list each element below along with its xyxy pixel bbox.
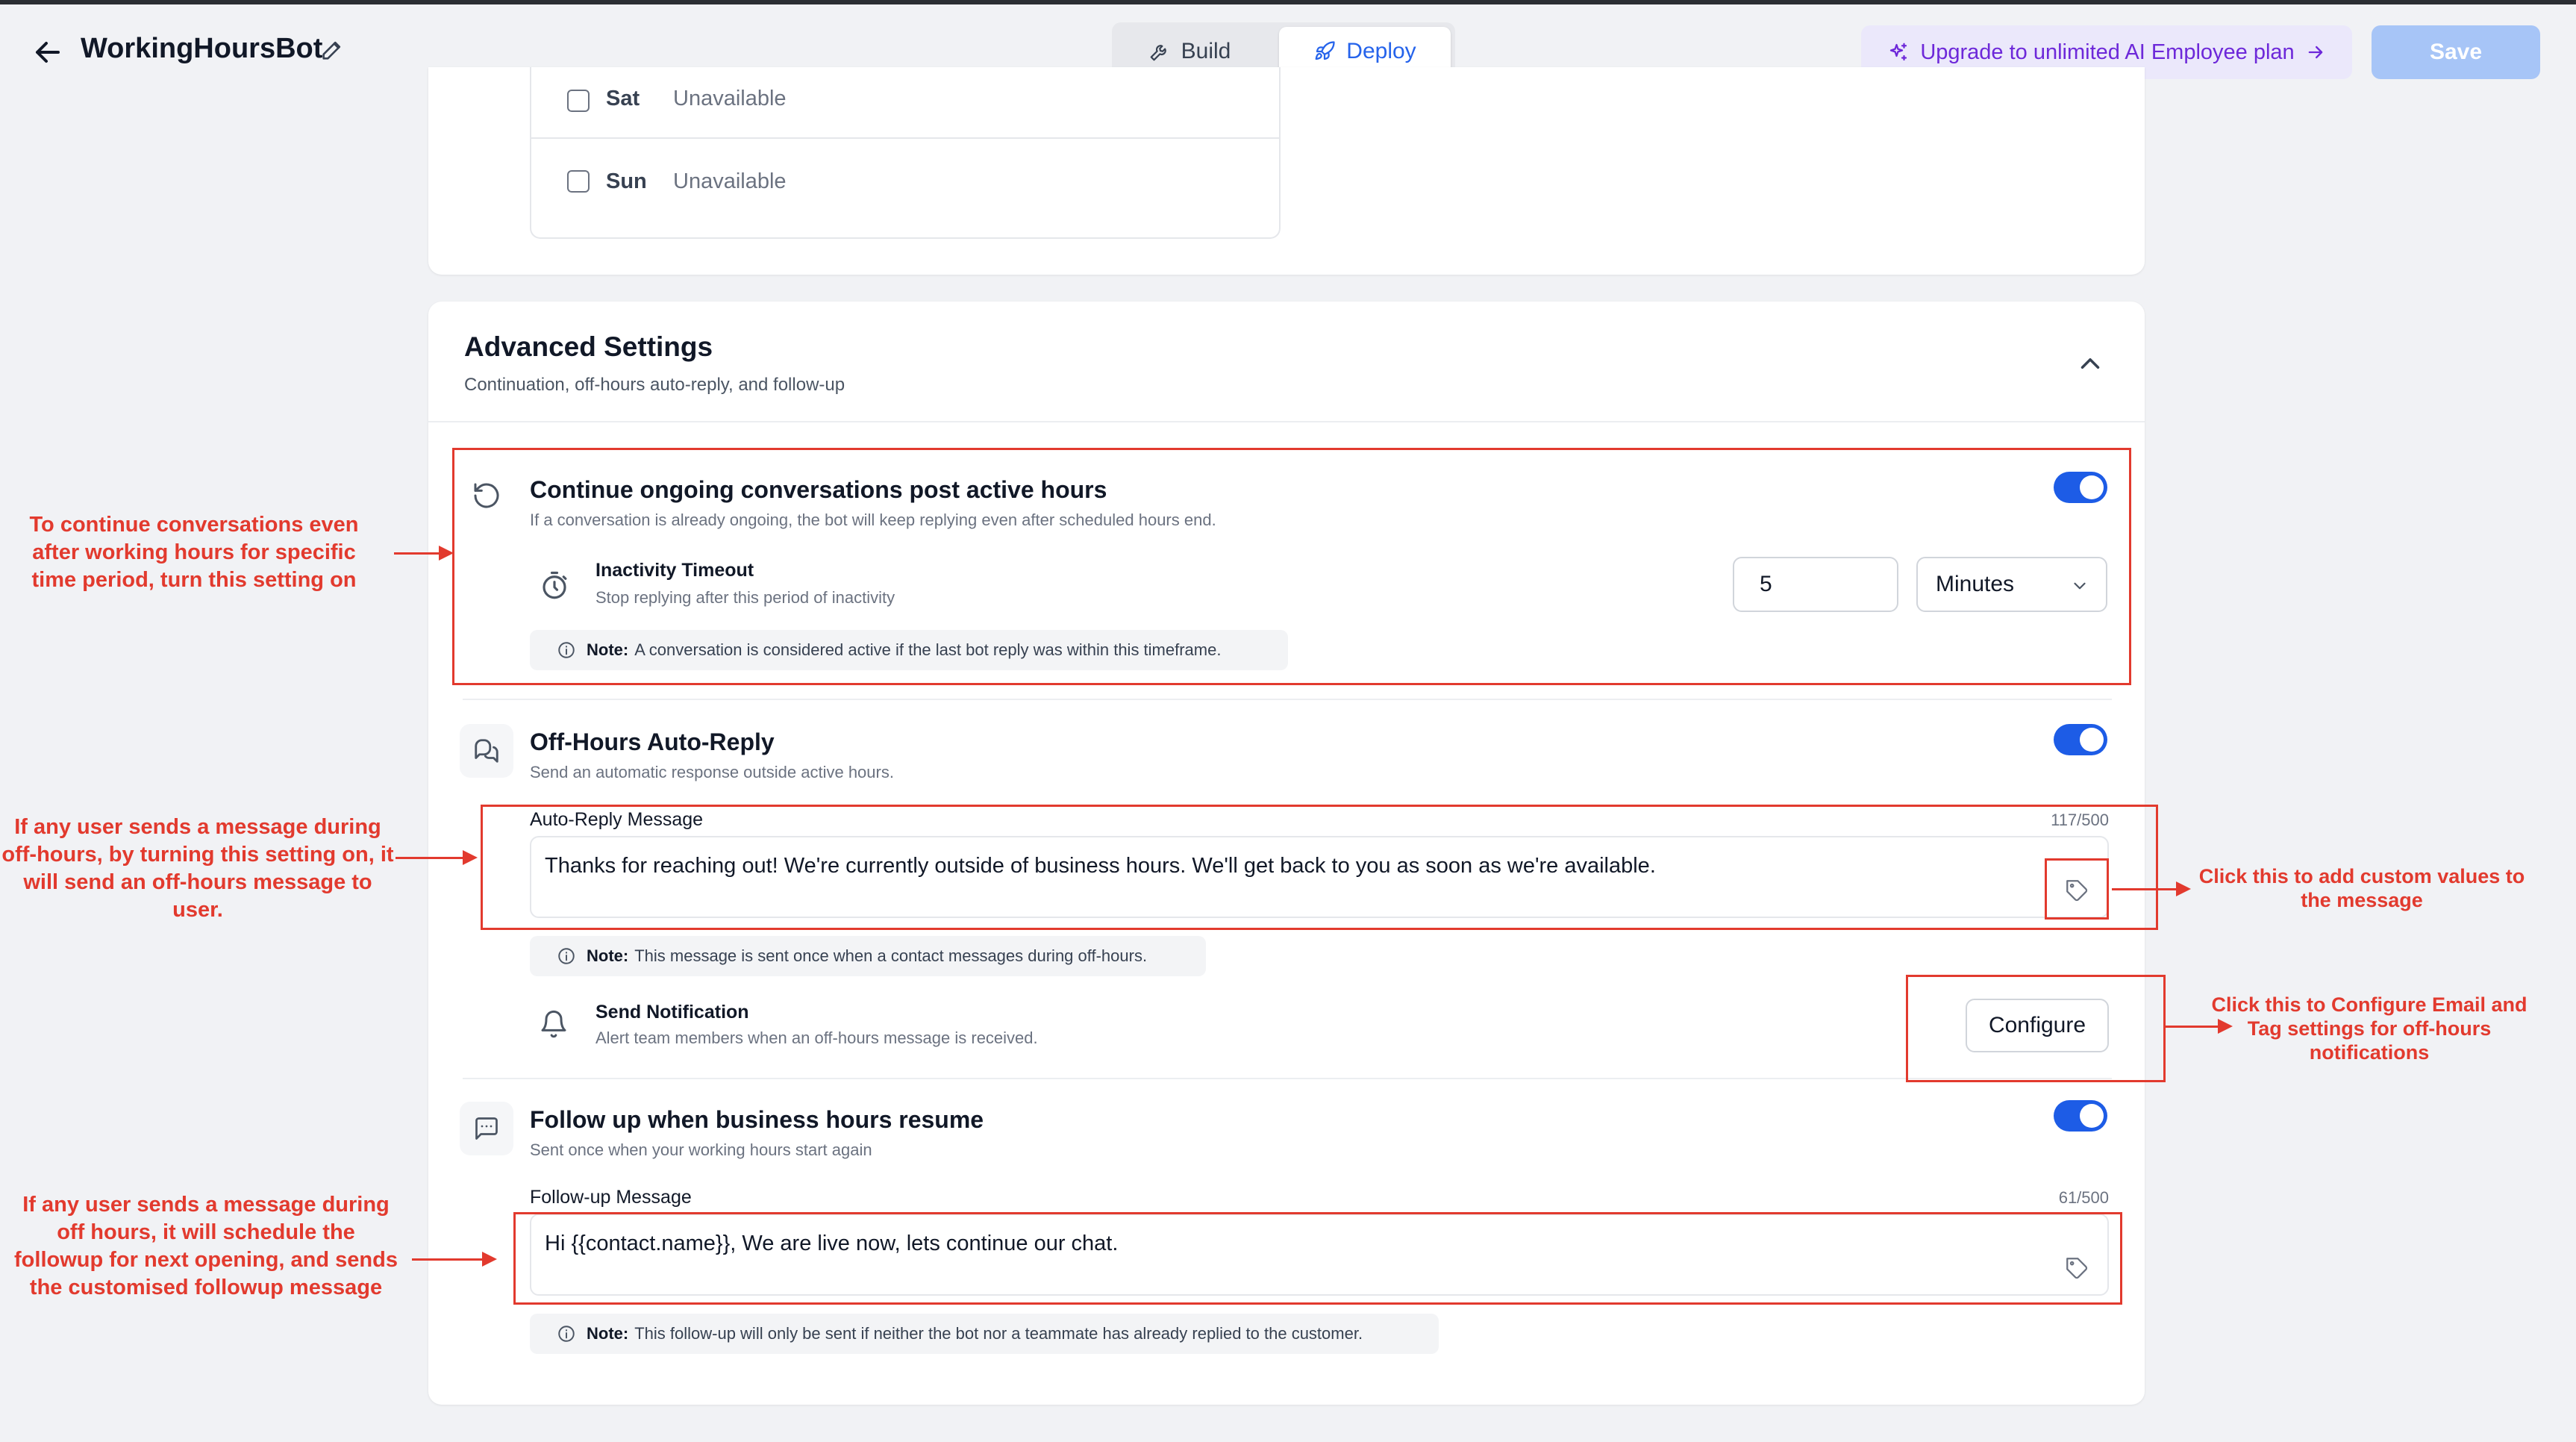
highlight-auto-reply-message xyxy=(481,805,2158,930)
advanced-settings-subtitle: Continuation, off-hours auto-reply, and … xyxy=(464,375,845,395)
tab-build-label: Build xyxy=(1181,39,1231,63)
divider xyxy=(463,1078,2112,1079)
rocket-icon xyxy=(1315,41,1335,60)
sparkle-icon xyxy=(1890,43,1907,61)
tab-deploy-label: Deploy xyxy=(1346,39,1416,63)
day-availability: Unavailable xyxy=(673,87,787,110)
annotation-offhours: If any user sends a message during off-h… xyxy=(1,815,394,922)
followup-title: Follow up when business hours resume xyxy=(530,1106,984,1133)
arrow-to-continue xyxy=(394,546,454,561)
arrow-right-icon xyxy=(2308,46,2323,59)
offhours-title: Off-Hours Auto-Reply xyxy=(530,728,775,755)
day-row-sun: Sun Unavailable xyxy=(531,139,1279,224)
wrench-icon xyxy=(1150,45,1166,61)
chevron-up-icon[interactable] xyxy=(2075,348,2106,379)
save-button[interactable]: Save xyxy=(2372,25,2540,79)
bell-icon xyxy=(541,1010,566,1038)
followup-toggle[interactable] xyxy=(2054,1100,2107,1132)
highlight-followup-message xyxy=(513,1212,2122,1305)
followup-icon-box xyxy=(460,1102,513,1155)
note-prefix: Note: xyxy=(587,1324,629,1343)
offhours-note: Note: This message is sent once when a c… xyxy=(530,936,1206,976)
highlight-tag-icon xyxy=(2045,858,2109,920)
day-list: Sat Unavailable Sun Unavailable xyxy=(530,67,1281,239)
sun-checkbox[interactable] xyxy=(567,170,590,193)
advanced-settings-title: Advanced Settings xyxy=(464,331,713,362)
annotation-continue: To continue conversations even after wor… xyxy=(29,513,359,592)
back-arrow-icon[interactable] xyxy=(30,34,66,70)
offhours-toggle[interactable] xyxy=(2054,724,2107,755)
note-text: This follow-up will only be sent if neit… xyxy=(634,1324,1363,1343)
offhours-subtitle: Send an automatic response outside activ… xyxy=(530,763,894,781)
divider xyxy=(428,421,2145,422)
followup-subtitle: Sent once when your working hours start … xyxy=(530,1140,872,1159)
info-icon xyxy=(558,948,575,964)
info-icon xyxy=(558,1326,575,1342)
day-name: Sun xyxy=(606,169,647,193)
edit-pencil-icon[interactable] xyxy=(319,37,345,63)
followup-message-label: Follow-up Message xyxy=(530,1187,692,1208)
sat-checkbox[interactable] xyxy=(567,90,590,112)
followup-note: Note: This follow-up will only be sent i… xyxy=(530,1314,1439,1354)
chat-bubbles-icon xyxy=(475,739,498,763)
day-row-sat: Sat Unavailable xyxy=(531,67,1279,139)
send-notification-label: Send Notification xyxy=(595,1002,749,1023)
offhours-icon-box xyxy=(460,724,513,778)
day-availability: Unavailable xyxy=(673,169,787,193)
bot-title: WorkingHoursBot xyxy=(81,33,323,64)
send-notification-subtitle: Alert team members when an off-hours mes… xyxy=(595,1029,1038,1047)
highlight-configure-button xyxy=(1906,975,2166,1082)
divider xyxy=(463,699,2112,700)
day-name: Sat xyxy=(606,87,640,110)
highlight-continue-section xyxy=(452,448,2131,685)
message-square-icon xyxy=(475,1117,498,1140)
annotation-configure: Click this to Configure Email and Tag se… xyxy=(2211,993,2527,1064)
arrow-to-offhours xyxy=(396,850,478,865)
upgrade-label: Upgrade to unlimited AI Employee plan xyxy=(1920,40,2295,64)
arrow-from-configure xyxy=(2166,1019,2233,1034)
note-text: This message is sent once when a contact… xyxy=(634,946,1148,965)
annotation-followup: If any user sends a message during off h… xyxy=(14,1193,398,1299)
note-prefix: Note: xyxy=(587,946,629,965)
arrow-to-followup xyxy=(412,1252,497,1267)
arrow-from-tag xyxy=(2112,881,2191,896)
followup-counter: 61/500 xyxy=(2058,1188,2109,1207)
annotation-tag: Click this to add custom values to the m… xyxy=(2198,865,2525,911)
